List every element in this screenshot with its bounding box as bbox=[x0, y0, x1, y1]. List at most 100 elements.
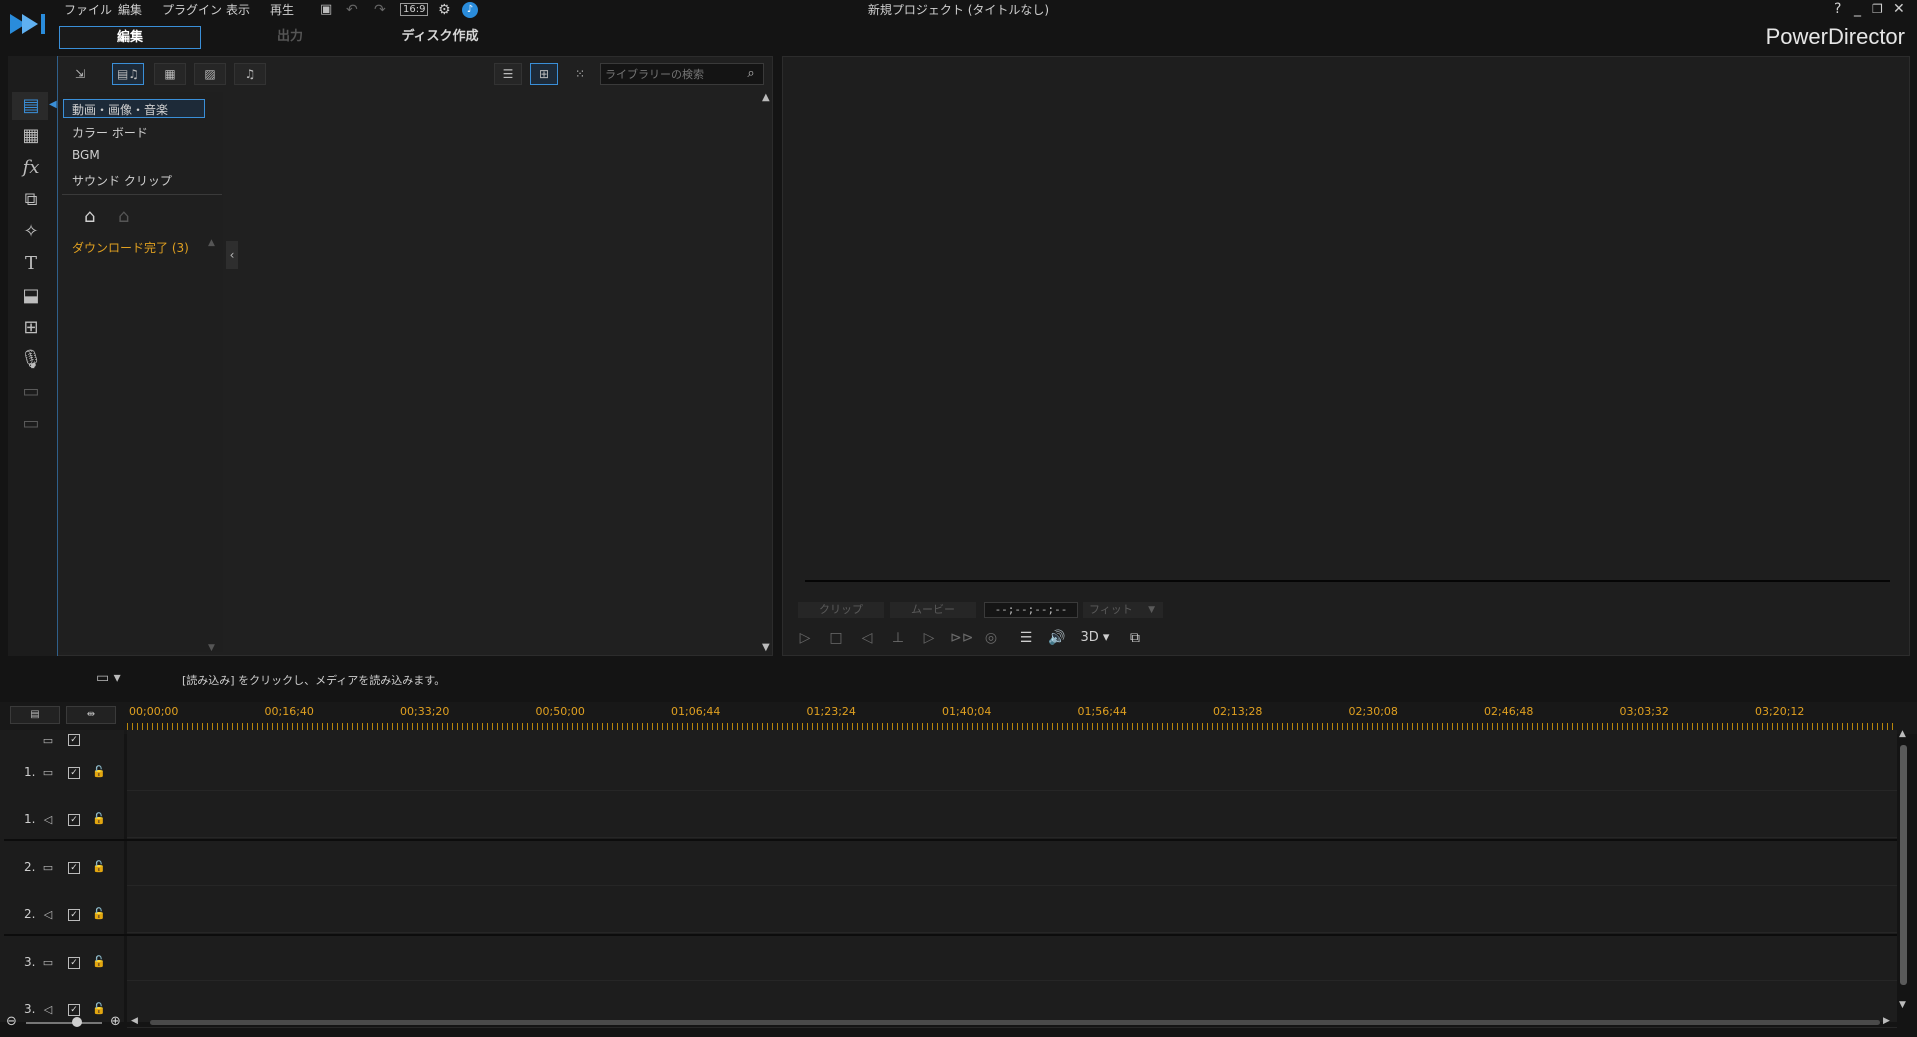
zoom-in-icon[interactable]: ⊕ bbox=[110, 1014, 121, 1029]
grid-view-button[interactable]: ⊞ bbox=[530, 63, 558, 85]
ruler-timecode-label: 03;20;12 bbox=[1755, 705, 1805, 718]
3d-mode-button[interactable]: 3D ▾ bbox=[1078, 628, 1112, 648]
track-number: 3. bbox=[24, 1002, 36, 1016]
track-number: 2. bbox=[24, 860, 36, 874]
filter-all-media-button[interactable]: ▤♫ bbox=[112, 63, 144, 85]
import-media-button[interactable]: ⇲ bbox=[64, 63, 96, 85]
filter-audio-button[interactable]: ♫ bbox=[234, 63, 266, 85]
download-complete-tag[interactable]: ダウンロード完了 (3) bbox=[72, 239, 189, 256]
chapter-room-icon[interactable]: ▭ bbox=[19, 380, 43, 404]
voice-over-room-icon[interactable]: 🎙 bbox=[19, 348, 43, 372]
track-enable-checkbox[interactable]: ✓ bbox=[68, 814, 80, 826]
all-tracks-video-icon[interactable]: ▭ bbox=[40, 734, 56, 748]
minimize-button[interactable]: _ bbox=[1854, 1, 1861, 17]
media-room-icon[interactable]: ▤ bbox=[19, 94, 43, 118]
tree-scroll-up-icon[interactable]: ▲ bbox=[208, 238, 215, 248]
subtitle-room-icon[interactable]: ▭ bbox=[19, 412, 43, 436]
close-button[interactable]: ✕ bbox=[1893, 1, 1905, 17]
video-track[interactable] bbox=[127, 840, 1897, 886]
add-tag-icon[interactable]: ⌂ bbox=[84, 206, 95, 227]
list-view-button[interactable]: ☰ bbox=[494, 63, 522, 85]
video-track[interactable] bbox=[127, 935, 1897, 981]
restore-button[interactable]: ❐ bbox=[1872, 2, 1883, 16]
rail-active-arrow-icon: ◀ bbox=[49, 99, 57, 110]
track-lock-icon[interactable]: 🔓 bbox=[91, 907, 107, 921]
all-tracks-checkbox[interactable]: ✓ bbox=[68, 734, 80, 746]
zoom-slider-thumb[interactable] bbox=[72, 1017, 82, 1027]
snapshot-camera-icon[interactable]: ◎ bbox=[981, 628, 1001, 648]
ruler-timecode-label: 01;40;04 bbox=[942, 705, 992, 718]
previous-frame-icon[interactable]: ◁ bbox=[857, 628, 877, 648]
volume-icon[interactable]: 🔊 bbox=[1047, 628, 1067, 648]
split-icon[interactable]: ⊥ bbox=[888, 628, 908, 648]
clip-mode-tab[interactable]: クリップ bbox=[798, 602, 884, 618]
storyboard-view-button[interactable]: ▤ bbox=[10, 706, 60, 724]
tab-disc-creation[interactable]: ディスク作成 bbox=[380, 26, 500, 49]
tree-item-sound-clip[interactable]: サウンド クリップ bbox=[72, 172, 172, 189]
title-room-icon[interactable]: T bbox=[19, 252, 43, 276]
track-lock-icon[interactable]: 🔓 bbox=[91, 955, 107, 969]
fx-room-icon[interactable]: fx bbox=[19, 156, 43, 180]
ruler-timecode-label: 01;23;24 bbox=[806, 705, 856, 718]
audio-mixing-room-icon[interactable]: ⊞ bbox=[19, 316, 43, 340]
scroll-right-icon[interactable]: ▶ bbox=[1883, 1016, 1890, 1026]
tree-divider bbox=[62, 194, 222, 195]
vertical-scroll-thumb[interactable] bbox=[1900, 745, 1907, 985]
zoom-fit-dropdown[interactable]: フィット ▼ bbox=[1083, 602, 1163, 618]
track-enable-checkbox[interactable]: ✓ bbox=[68, 909, 80, 921]
track-lock-icon[interactable]: 🔓 bbox=[91, 765, 107, 779]
audio-track[interactable] bbox=[127, 792, 1897, 838]
filter-video-button[interactable]: ▦ bbox=[154, 63, 186, 85]
audio-track[interactable] bbox=[127, 887, 1897, 933]
particle-room-icon[interactable]: ✧ bbox=[19, 220, 43, 244]
play-icon[interactable]: ▷ bbox=[795, 628, 815, 648]
folder-icon[interactable]: ▭ ▾ bbox=[96, 670, 121, 686]
transition-room-icon[interactable]: ⬓ bbox=[19, 284, 43, 308]
track-lock-icon[interactable]: 🔓 bbox=[91, 1002, 107, 1016]
library-search-box[interactable]: ⌕ bbox=[600, 63, 764, 85]
tree-item-media[interactable]: 動画・画像・音楽 bbox=[72, 101, 168, 118]
tree-scroll-down-icon[interactable]: ▼ bbox=[208, 643, 215, 653]
horizontal-scroll-thumb[interactable] bbox=[150, 1020, 1880, 1025]
next-frame-icon[interactable]: ▷ bbox=[919, 628, 939, 648]
tree-item-bgm[interactable]: BGM bbox=[72, 148, 100, 162]
library-search-input[interactable] bbox=[605, 66, 735, 82]
scroll-up-icon[interactable]: ▲ bbox=[1899, 729, 1906, 739]
library-scroll-down-icon[interactable]: ▼ bbox=[762, 642, 770, 653]
timecode-display[interactable]: --;--;--;-- bbox=[984, 602, 1078, 618]
fit-timeline-button[interactable]: ⇹ bbox=[66, 706, 116, 724]
tab-output[interactable]: 出力 bbox=[230, 26, 350, 49]
track-enable-checkbox[interactable]: ✓ bbox=[68, 862, 80, 874]
scroll-down-icon[interactable]: ▼ bbox=[1899, 1000, 1906, 1010]
scroll-left-icon[interactable]: ◀ bbox=[131, 1016, 138, 1026]
track-lock-icon[interactable]: 🔓 bbox=[91, 812, 107, 826]
track-number: 1. bbox=[24, 765, 36, 779]
track-enable-checkbox[interactable]: ✓ bbox=[68, 957, 80, 969]
stop-icon[interactable]: □ bbox=[826, 628, 846, 648]
undock-preview-icon[interactable]: ⧉ bbox=[1125, 628, 1145, 648]
library-scroll-up-icon[interactable]: ▲ bbox=[762, 92, 770, 103]
zoom-out-icon[interactable]: ⊖ bbox=[6, 1014, 17, 1029]
video-track-icon: ▭ bbox=[42, 766, 54, 779]
video-track[interactable] bbox=[127, 745, 1897, 791]
preview-scrubber-bar[interactable] bbox=[805, 580, 1890, 582]
tree-item-color-board[interactable]: カラー ボード bbox=[72, 124, 148, 141]
effect-room-icon[interactable]: ▦ bbox=[19, 124, 43, 148]
track-number: 1. bbox=[24, 812, 36, 826]
track-enable-checkbox[interactable]: ✓ bbox=[68, 1004, 80, 1016]
small-icons-view-button[interactable]: ⁙ bbox=[566, 63, 594, 85]
pip-room-icon[interactable]: ⧉ bbox=[19, 188, 43, 212]
timeline-zoom-slider[interactable] bbox=[26, 1022, 102, 1024]
track-lock-icon[interactable]: 🔓 bbox=[91, 860, 107, 874]
video-track-icon: ▭ bbox=[42, 956, 54, 969]
track-enable-checkbox[interactable]: ✓ bbox=[68, 767, 80, 779]
tab-edit[interactable]: 編集 bbox=[59, 26, 201, 49]
movie-mode-tab[interactable]: ムービー bbox=[890, 602, 976, 618]
help-button[interactable]: ? bbox=[1834, 1, 1841, 17]
subtitle-list-icon[interactable]: ☰ bbox=[1016, 628, 1036, 648]
fast-forward-icon[interactable]: ⊳⊳ bbox=[950, 628, 973, 648]
filter-image-button[interactable]: ▨ bbox=[194, 63, 226, 85]
remove-tag-icon[interactable]: ⌂ bbox=[118, 206, 129, 227]
collapse-tree-button[interactable]: ‹ bbox=[226, 241, 238, 269]
search-icon[interactable]: ⌕ bbox=[743, 66, 759, 82]
